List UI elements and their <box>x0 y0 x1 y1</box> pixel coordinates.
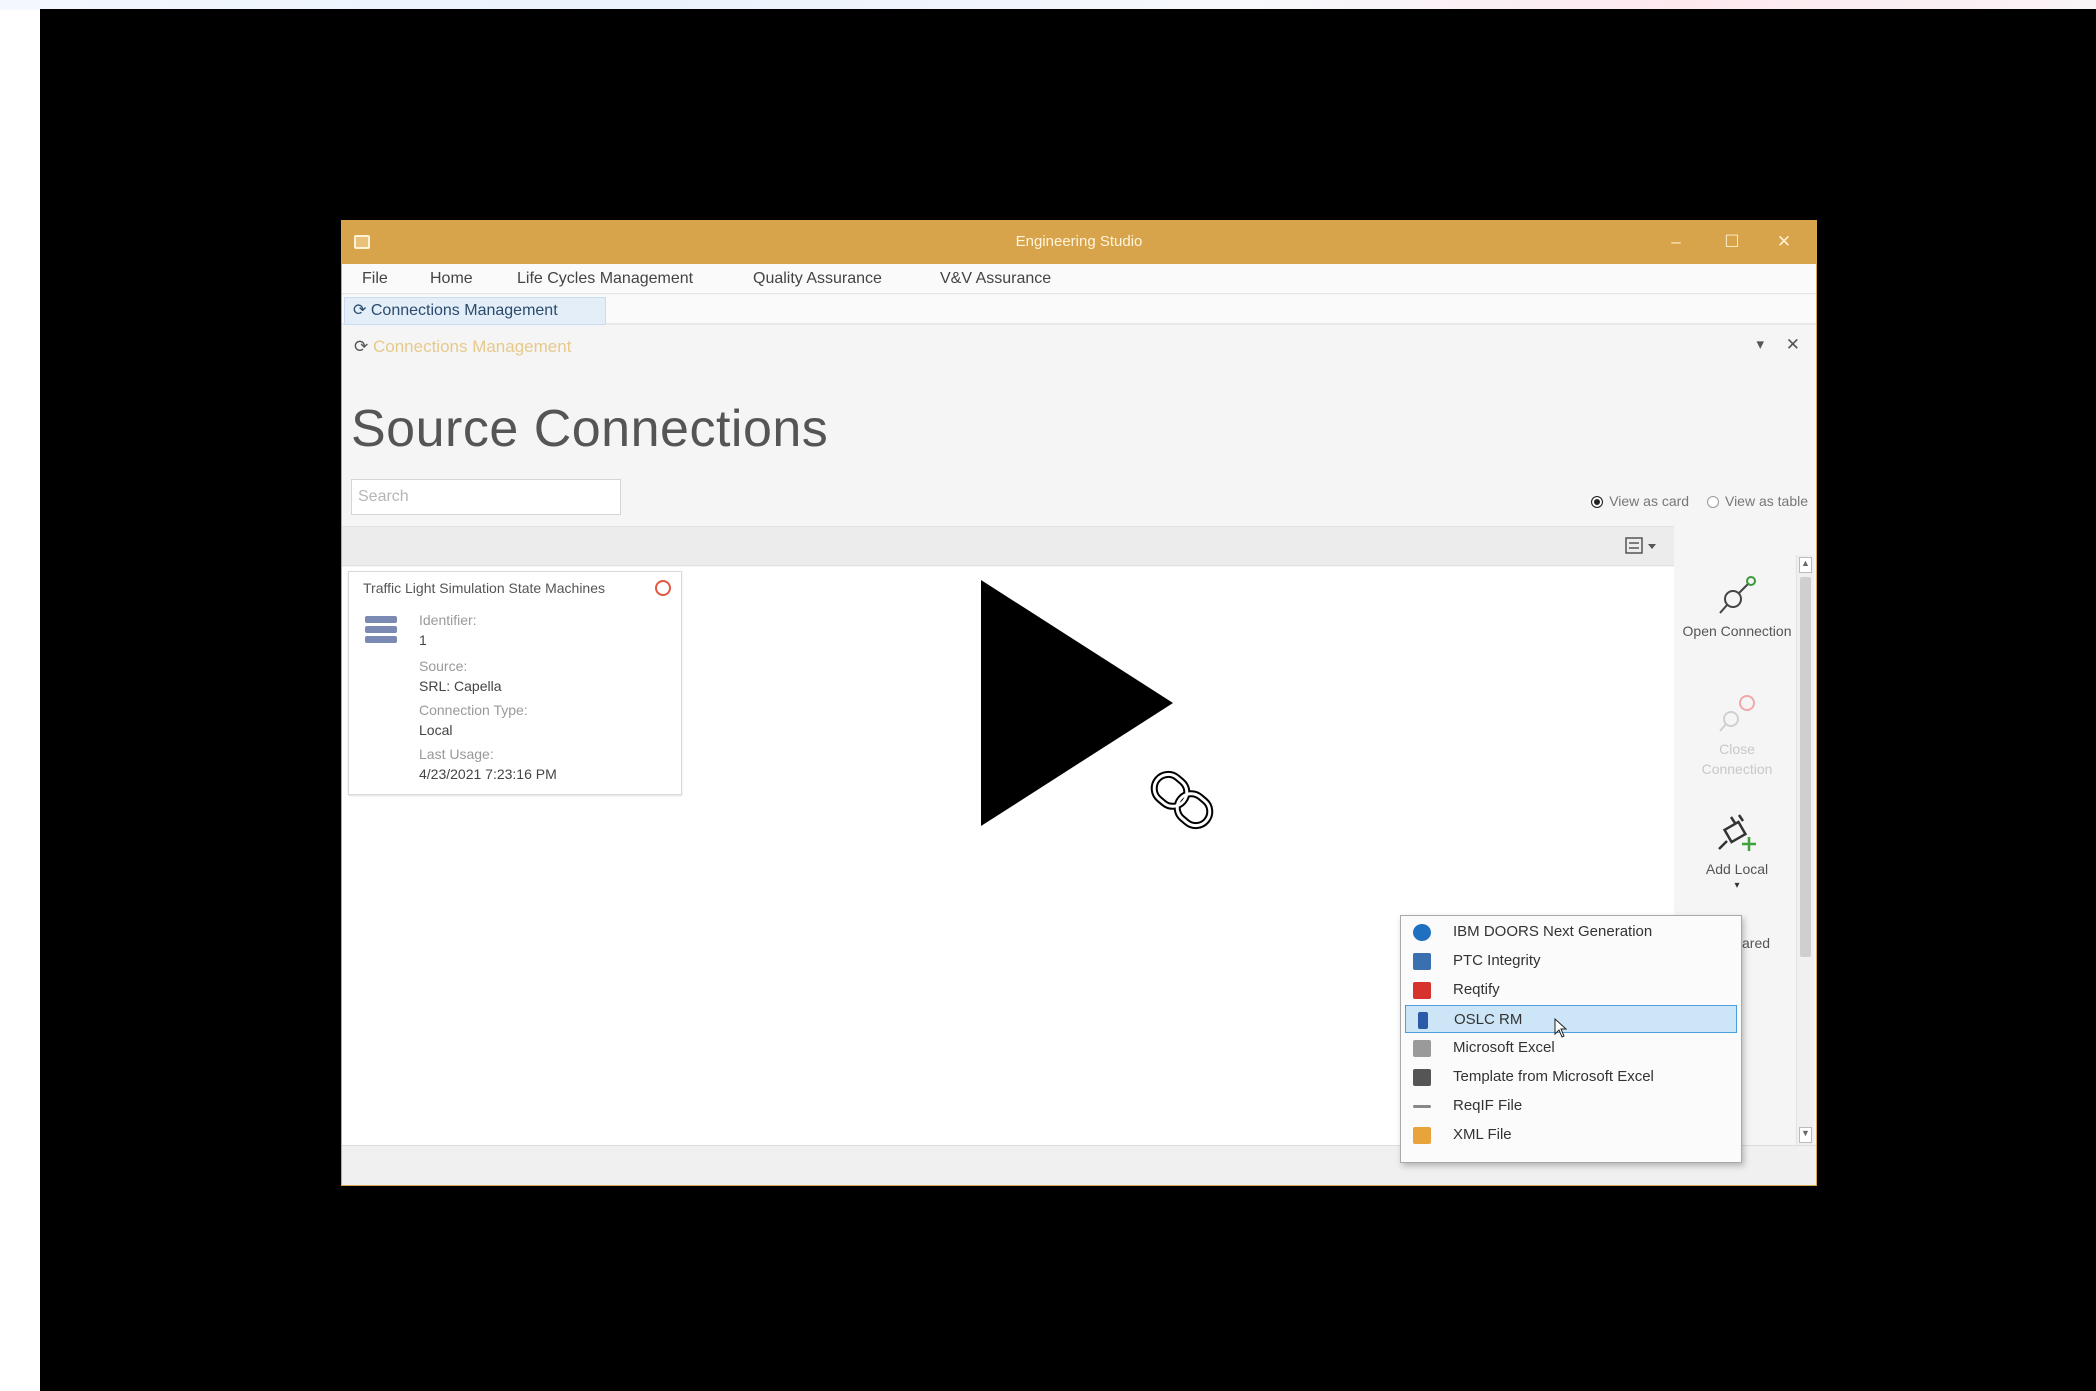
excel-icon <box>1413 1040 1431 1057</box>
title-bar: Engineering Studio – ☐ ✕ <box>342 221 1816 264</box>
plug-add-icon <box>1718 814 1756 851</box>
pin-dropdown-icon[interactable]: ▾ <box>1756 335 1764 353</box>
menu-item-label: XML File <box>1453 1126 1512 1143</box>
radio-empty-icon <box>1706 496 1719 508</box>
add-local-dropdown-arrow-icon[interactable]: ▾ <box>1682 879 1792 893</box>
menu-bar: File Home Life Cycles Management Quality… <box>342 264 1816 294</box>
xml-file-icon <box>1413 1127 1431 1144</box>
menu-home[interactable]: Home <box>430 270 473 288</box>
window-title: Engineering Studio <box>1015 233 1143 250</box>
menu-item-ptc-integrity[interactable]: PTC Integrity <box>1405 947 1737 975</box>
grid-view-icon <box>1625 537 1656 554</box>
command-panel-scrollbar[interactable]: ▲ ▼ <box>1796 555 1814 1145</box>
identifier-label: Identifier: <box>419 612 477 628</box>
add-shared-label-partial: ared <box>1742 935 1771 951</box>
menu-item-xml-file[interactable]: XML File <box>1405 1121 1737 1149</box>
menu-item-label: IBM DOORS Next Generation <box>1453 923 1653 940</box>
maximize-button[interactable]: ☐ <box>1712 230 1752 254</box>
tab-label: Connections Management <box>370 302 558 319</box>
card-title: Traffic Light Simulation State Machines <box>363 580 606 596</box>
menu-life-cycles[interactable]: Life Cycles Management <box>517 270 693 288</box>
card-toolbar <box>342 526 1674 566</box>
oslc-icon <box>1418 1012 1428 1029</box>
plug-connect-icon <box>1719 576 1756 614</box>
excel-template-icon <box>1413 1069 1431 1086</box>
close-button[interactable]: ✕ <box>1764 230 1804 254</box>
refresh-icon: ⟳ <box>353 302 371 319</box>
reqtify-icon <box>1413 982 1431 999</box>
view-as-table-radio[interactable]: View as table <box>1706 493 1808 509</box>
view-mode-toggle: View as card View as table <box>1577 493 1808 509</box>
menu-item-template-excel[interactable]: Template from Microsoft Excel <box>1405 1063 1737 1091</box>
open-connection-button[interactable]: Open Connection <box>1682 573 1792 641</box>
ptc-integrity-icon <box>1413 953 1431 970</box>
plug-disconnect-icon <box>1719 695 1755 732</box>
add-local-label: Add Local <box>1705 861 1769 877</box>
open-connection-label: Open Connection <box>1682 623 1792 639</box>
menu-item-label: PTC Integrity <box>1453 952 1541 969</box>
link-icon[interactable] <box>1138 756 1226 844</box>
menu-item-label: Template from Microsoft Excel <box>1453 1068 1654 1085</box>
close-connection-button[interactable]: Close Connection <box>1682 691 1792 779</box>
radio-selected-icon <box>1591 496 1604 508</box>
identifier-value: 1 <box>419 632 427 648</box>
menu-item-reqif-file[interactable]: ReqIF File <box>1405 1092 1737 1120</box>
database-icon <box>365 616 397 650</box>
menu-item-reqtify[interactable]: Reqtify <box>1405 976 1737 1004</box>
menu-item-label: Microsoft Excel <box>1453 1039 1555 1056</box>
document-header-title: ⟳ Connections Management <box>354 337 572 356</box>
menu-vv-assurance[interactable]: V&V Assurance <box>940 270 1051 288</box>
power-icon[interactable] <box>655 580 671 596</box>
last-usage-label: Last Usage: <box>419 746 494 762</box>
add-shared-button-partial[interactable]: ared <box>1742 933 1812 953</box>
document-header: ⟳ Connections Management ▾ ✕ <box>342 327 1816 367</box>
menu-item-microsoft-excel[interactable]: Microsoft Excel <box>1405 1034 1737 1062</box>
close-document-icon[interactable]: ✕ <box>1786 335 1800 355</box>
scroll-up-icon[interactable]: ▲ <box>1799 557 1812 573</box>
source-label: Source: <box>419 658 468 674</box>
view-as-card-radio[interactable]: View as card <box>1591 493 1689 509</box>
connection-type-label: Connection Type: <box>419 702 528 718</box>
page-title: Source Connections <box>351 400 829 458</box>
menu-item-label: ReqIF File <box>1453 1097 1523 1114</box>
minimize-button[interactable]: – <box>1656 230 1696 254</box>
menu-item-label: Reqtify <box>1453 981 1500 998</box>
menu-quality-assurance[interactable]: Quality Assurance <box>753 270 882 288</box>
search-input[interactable]: Search <box>351 479 621 515</box>
close-connection-label: Close Connection <box>1701 741 1773 777</box>
menu-item-ibm-doors[interactable]: IBM DOORS Next Generation <box>1405 918 1737 946</box>
scroll-down-icon[interactable]: ▼ <box>1799 1127 1812 1143</box>
mouse-cursor-icon <box>1554 1018 1568 1038</box>
connection-type-value: Local <box>419 722 453 738</box>
menu-item-oslc-rm[interactable]: OSLC RM <box>1405 1005 1737 1033</box>
video-stage: Engineering Studio – ☐ ✕ File Home Life … <box>0 0 2096 1391</box>
menu-file[interactable]: File <box>362 270 388 288</box>
source-value: SRL: Capella <box>419 678 502 694</box>
last-usage-value: 4/23/2021 7:23:16 PM <box>419 766 557 782</box>
scroll-thumb[interactable] <box>1800 577 1811 957</box>
document-tab-row: ⟳ Connections Management <box>342 295 1816 325</box>
ibm-doors-icon <box>1413 924 1431 941</box>
add-local-button[interactable]: Add Local ▾ <box>1682 811 1792 893</box>
refresh-icon: ⟳ <box>354 337 373 356</box>
reqif-icon <box>1413 1105 1431 1108</box>
connection-card[interactable]: Traffic Light Simulation State Machines … <box>348 571 682 795</box>
add-local-menu: IBM DOORS Next Generation PTC Integrity … <box>1400 915 1742 1163</box>
menu-item-label: OSLC RM <box>1454 1011 1523 1028</box>
tab-connections-management[interactable]: ⟳ Connections Management <box>344 297 606 325</box>
view-options-dropdown[interactable] <box>1624 535 1660 557</box>
